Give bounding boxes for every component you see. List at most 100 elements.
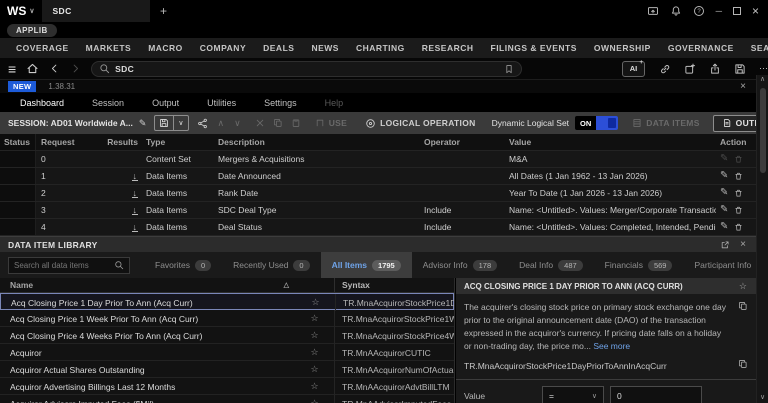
- favorite-star-icon[interactable]: ☆: [296, 294, 336, 311]
- value-input[interactable]: [610, 385, 702, 403]
- new-tab-button[interactable]: +: [150, 4, 176, 18]
- download-results-icon[interactable]: ↓: [131, 206, 138, 215]
- favorite-star-icon[interactable]: ☆: [295, 327, 335, 344]
- item-row-1[interactable]: Acq Closing Price 1 Week Prior To Ann (A…: [0, 310, 454, 327]
- copy-description-icon[interactable]: [738, 301, 748, 311]
- tab-settings[interactable]: Settings: [264, 98, 297, 108]
- menu-item-research[interactable]: RESEARCH: [422, 43, 474, 53]
- home-icon[interactable]: [26, 62, 39, 75]
- scrollbar-thumb[interactable]: [759, 88, 766, 173]
- item-row-4[interactable]: Acquiror Actual Shares Outstanding ☆ TR.…: [0, 361, 454, 378]
- forward-icon[interactable]: [70, 63, 81, 74]
- workspace-logo[interactable]: WS ∨: [0, 4, 42, 18]
- item-row-5[interactable]: Acquiror Advertising Billings Last 12 Mo…: [0, 378, 454, 395]
- edit-row-icon[interactable]: ✎: [720, 188, 728, 198]
- library-tab-advisor-info[interactable]: Advisor Info 178: [412, 252, 508, 278]
- logical-operation-button[interactable]: LOGICAL OPERATION: [365, 118, 475, 129]
- window-close-icon[interactable]: ×: [752, 4, 759, 18]
- download-results-icon[interactable]: ↓: [131, 223, 138, 232]
- back-icon[interactable]: [49, 63, 60, 74]
- favorite-star-icon[interactable]: ☆: [295, 344, 335, 361]
- ai-assistant-button[interactable]: AI +: [621, 60, 645, 77]
- request-row-4[interactable]: 4 ↓ Data Items Deal Status Include Name:…: [0, 219, 756, 236]
- tab-session[interactable]: Session: [92, 98, 124, 108]
- menu-item-markets[interactable]: MARKETS: [86, 43, 132, 53]
- notifications-bell-icon[interactable]: [670, 5, 682, 17]
- tab-utilities[interactable]: Utilities: [207, 98, 236, 108]
- favorite-star-icon[interactable]: ☆: [295, 310, 335, 327]
- minimize-icon[interactable]: ─: [716, 6, 722, 16]
- save-options-chevron-icon[interactable]: ∨: [173, 116, 187, 130]
- tab-dashboard[interactable]: Dashboard: [20, 98, 64, 108]
- menu-item-governance[interactable]: GOVERNANCE: [668, 43, 734, 53]
- save-session-icon[interactable]: [155, 116, 173, 130]
- paste-icon[interactable]: [291, 118, 301, 128]
- request-row-3[interactable]: 3 ↓ Data Items SDC Deal Type Include Nam…: [0, 202, 756, 219]
- tab-output[interactable]: Output: [152, 98, 179, 108]
- open-external-icon[interactable]: [720, 240, 730, 250]
- applib-badge[interactable]: APPLIB: [7, 23, 57, 37]
- bookmark-icon[interactable]: [504, 64, 514, 74]
- col-syntax[interactable]: Syntax: [335, 280, 454, 290]
- operator-select[interactable]: = ∨: [542, 385, 604, 403]
- library-tab-recently-used[interactable]: Recently Used 0: [222, 252, 320, 278]
- library-search-input[interactable]: [14, 260, 114, 270]
- download-results-icon[interactable]: ↓: [131, 172, 138, 181]
- favorite-star-icon[interactable]: ☆: [295, 378, 335, 395]
- sort-asc-icon[interactable]: △: [284, 281, 289, 289]
- see-more-link[interactable]: See more: [593, 341, 630, 351]
- copy-syntax-icon[interactable]: [738, 359, 748, 369]
- link-icon[interactable]: [659, 63, 671, 75]
- item-row-0[interactable]: Acq Closing Price 1 Day Prior To Ann (Ac…: [0, 293, 454, 311]
- save-icon[interactable]: [734, 63, 746, 75]
- item-row-2[interactable]: Acq Closing Price 4 Weeks Prior To Ann (…: [0, 327, 454, 344]
- menu-item-deals[interactable]: DEALS: [263, 43, 294, 53]
- request-row-2[interactable]: 2 ↓ Data Items Rank Date Year To Date (1…: [0, 185, 756, 202]
- global-search-input[interactable]: SDC: [91, 60, 522, 77]
- delete-icon[interactable]: [255, 118, 265, 128]
- delete-row-icon[interactable]: [734, 171, 743, 181]
- menu-item-company[interactable]: COMPANY: [200, 43, 246, 53]
- scroll-up-icon[interactable]: ∧: [760, 75, 765, 85]
- scroll-down-icon[interactable]: ∨: [760, 393, 765, 403]
- banner-close-icon[interactable]: ×: [740, 81, 746, 92]
- menu-item-news[interactable]: NEWS: [311, 43, 339, 53]
- menu-item-coverage[interactable]: COVERAGE: [16, 43, 69, 53]
- edit-row-icon[interactable]: ✎: [720, 222, 728, 232]
- use-button[interactable]: USE: [315, 118, 347, 128]
- library-tab-deal-info[interactable]: Deal Info 487: [508, 252, 594, 278]
- menu-item-macro[interactable]: MACRO: [148, 43, 183, 53]
- library-tab-all-items[interactable]: All Items 1795: [320, 252, 412, 278]
- window-tab-sdc[interactable]: SDC: [42, 0, 151, 22]
- library-search-box[interactable]: [8, 256, 130, 274]
- dynamic-logical-set-toggle[interactable]: ON: [575, 116, 619, 130]
- favorite-star-icon[interactable]: ☆: [295, 361, 335, 378]
- copy-icon[interactable]: [273, 118, 283, 128]
- library-tab-participant-info[interactable]: Participant Info322: [683, 252, 756, 278]
- menu-item-charting[interactable]: CHARTING: [356, 43, 405, 53]
- hamburger-menu-icon[interactable]: ≡: [8, 62, 16, 76]
- library-tab-financials[interactable]: Financials 569: [594, 252, 684, 278]
- edit-row-icon[interactable]: ✎: [720, 205, 728, 215]
- maximize-icon[interactable]: [732, 7, 741, 15]
- library-close-icon[interactable]: ×: [740, 239, 746, 250]
- download-results-icon[interactable]: ↓: [131, 189, 138, 198]
- favorite-star-icon[interactable]: ☆: [739, 281, 747, 292]
- request-row-1[interactable]: 1 ↓ Data Items Date Announced All Dates …: [0, 168, 756, 185]
- move-up-icon[interactable]: ∧: [218, 118, 225, 129]
- library-tab-favorites[interactable]: Favorites 0: [144, 252, 222, 278]
- new-window-icon[interactable]: [684, 63, 696, 75]
- edit-row-icon[interactable]: ✎: [720, 171, 728, 181]
- menu-item-filings-events[interactable]: FILINGS & EVENTS: [491, 43, 577, 53]
- data-items-button[interactable]: DATA ITEMS: [632, 118, 699, 128]
- col-name[interactable]: Name: [10, 280, 33, 290]
- delete-row-icon[interactable]: [734, 222, 743, 232]
- share-session-icon[interactable]: [197, 118, 208, 129]
- menu-item-ownership[interactable]: OWNERSHIP: [594, 43, 651, 53]
- request-row-0[interactable]: 0 Content Set Mergers & Acquisitions M&A…: [0, 151, 756, 168]
- item-row-6[interactable]: Acquiror Advisors Imputed Fees ($Mil) ☆ …: [0, 395, 454, 403]
- item-row-3[interactable]: Acquiror ☆ TR.MnAAcquirorCUTIC: [0, 344, 454, 361]
- edit-session-icon[interactable]: ✎: [139, 118, 147, 129]
- share-export-icon[interactable]: [709, 63, 721, 75]
- favorite-star-icon[interactable]: ☆: [295, 395, 335, 403]
